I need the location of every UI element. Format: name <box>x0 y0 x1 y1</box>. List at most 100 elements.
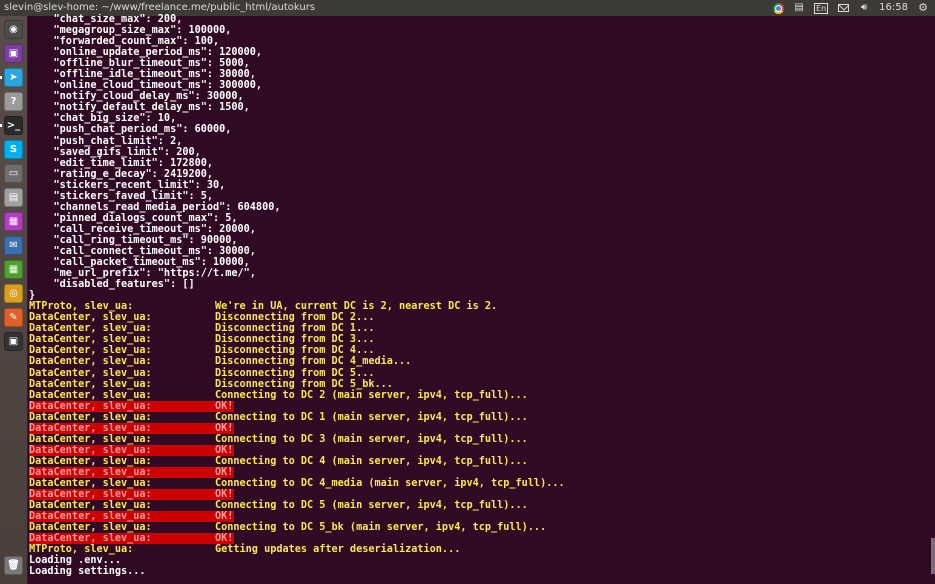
json-line: "stickers_faved_limit": 5, <box>29 190 214 202</box>
json-line: "me_url_prefix": "https://t.me/", <box>29 268 256 280</box>
json-line: "chat_size_max": 200, <box>29 14 183 25</box>
json-line: "channels_read_media_period": 604800, <box>29 201 281 213</box>
log-line: DataCenter, slev_ua: Disconnecting from D… <box>29 334 929 345</box>
drive-glyph: ▭ <box>8 168 19 179</box>
log-line-ok: DataCenter, slev_ua: OK! <box>29 422 234 434</box>
monitor-glyph: ▣ <box>8 336 19 347</box>
log-source: DataCenter, slev_ua: <box>29 444 152 456</box>
terminal-icon[interactable]: >_ <box>0 116 23 135</box>
log-source: DataCenter, slev_ua: <box>29 367 152 379</box>
json-line: "call_ring_timeout_ms": 90000, <box>29 234 238 246</box>
log-message: Connecting to DC 4 (main server, ipv4, t… <box>215 455 528 467</box>
log-line: DataCenter, slev_ua: Connecting to DC 5_b… <box>29 522 929 533</box>
log-message: Connecting to DC 2 (main server, ipv4, t… <box>215 389 528 401</box>
log-line: DataCenter, slev_ua: Disconnecting from D… <box>29 368 929 379</box>
log-message: We're in UA, current DC is 2, nearest DC… <box>215 301 498 313</box>
mail-indicator-icon[interactable] <box>837 3 849 14</box>
log-source: DataCenter, slev_ua: <box>29 389 152 401</box>
skype-icon[interactable]: S <box>4 140 23 159</box>
power-gear-icon[interactable]: ⚙ <box>917 1 929 14</box>
log-message: Disconnecting from DC 2... <box>215 312 375 324</box>
log-source: DataCenter, slev_ua: <box>29 489 152 501</box>
json-line: "pinned_dialogs_count_max": 5, <box>29 212 238 224</box>
chrome-indicator-icon[interactable] <box>772 2 784 14</box>
skype-glyph: S <box>9 144 18 155</box>
log-line-ok: DataCenter, slev_ua: OK! <box>29 533 234 545</box>
files-icon[interactable]: ▤ <box>4 188 23 207</box>
chrome-glyph: ◎ <box>9 288 18 299</box>
log-line-ok: DataCenter, slev_ua: OK! <box>29 400 234 412</box>
log-message: OK! <box>215 511 234 523</box>
terminal-output[interactable]: "chat_size_max": 200, "megagroup_size_ma… <box>29 14 929 584</box>
trash-icon[interactable]: 🗑 <box>4 556 23 575</box>
json-line: "offline_idle_timeout_ms": 30000, <box>29 69 256 81</box>
log-message: Disconnecting from DC 4... <box>215 345 375 357</box>
image-viewer-icon[interactable]: ▣ <box>4 44 23 63</box>
log-line: DataCenter, slev_ua: Disconnecting from D… <box>29 356 929 367</box>
output-line: Loading .env... <box>29 555 122 567</box>
chrome-icon[interactable]: ◎ <box>4 284 23 303</box>
running-indicator <box>0 124 2 127</box>
json-line: "offline_blur_timeout_ms": 5000, <box>29 58 250 70</box>
help-glyph: ? <box>10 96 17 107</box>
json-line: "push_chat_limit": 2, <box>29 135 183 147</box>
help-icon[interactable]: ? <box>4 92 23 111</box>
json-line: "chat_big_size": 10, <box>29 113 177 125</box>
log-message: OK! <box>215 489 234 501</box>
phpstorm-icon[interactable]: ▦ <box>4 212 23 231</box>
log-line-ok: DataCenter, slev_ua: OK! <box>29 511 234 523</box>
log-message: OK! <box>215 422 234 434</box>
log-source: DataCenter, slev_ua: <box>29 312 152 324</box>
log-source: DataCenter, slev_ua: <box>29 378 152 390</box>
drive-icon[interactable]: ▭ <box>4 164 23 183</box>
log-message: Disconnecting from DC 1... <box>215 323 375 335</box>
spreadsheet-glyph: ▦ <box>8 264 19 275</box>
log-message: OK! <box>215 466 234 478</box>
log-line-ok: DataCenter, slev_ua: OK! <box>29 444 234 456</box>
json-line: "notify_default_delay_ms": 1500, <box>29 102 250 114</box>
log-message: Disconnecting from DC 5_bk... <box>215 378 393 390</box>
log-message: Disconnecting from DC 5... <box>215 367 375 379</box>
json-line: "disabled_features": [] <box>29 279 195 291</box>
log-source: MTProto, slev_ua: <box>29 301 134 313</box>
dash-icon[interactable]: ◉ <box>4 20 23 39</box>
json-line: "megagroup_size_max": 100000, <box>29 25 232 37</box>
telegram-glyph: ➤ <box>9 72 18 83</box>
log-source: DataCenter, slev_ua: <box>29 345 152 357</box>
log-source: DataCenter, slev_ua: <box>29 455 152 467</box>
log-line-ok: DataCenter, slev_ua: OK! <box>29 466 234 478</box>
log-source: DataCenter, slev_ua: <box>29 323 152 335</box>
editor-icon[interactable]: ✎ <box>4 308 23 327</box>
log-source: MTProto, slev_ua: <box>29 544 134 556</box>
json-line: "forwarded_count_max": 100, <box>29 36 220 48</box>
trash-glyph: 🗑 <box>7 560 20 571</box>
log-source: DataCenter, slev_ua: <box>29 500 152 512</box>
json-line: "call_connect_timeout_ms": 30000, <box>29 245 256 257</box>
spreadsheet-icon[interactable]: ▦ <box>4 260 23 279</box>
telegram-icon[interactable]: ➤ <box>0 68 23 87</box>
launcher: ◉ ▣ ➤? >_ S ▭ ▤ ▦ ✉ ▦ ◎ ✎ ▣ 🗑 <box>0 16 28 584</box>
log-message: OK! <box>215 533 234 545</box>
thunderbird-glyph: ✉ <box>9 240 18 251</box>
log-source: DataCenter, slev_ua: <box>29 422 152 434</box>
json-line: "push_chat_period_ms": 60000, <box>29 124 232 136</box>
log-source: DataCenter, slev_ua: <box>29 433 152 445</box>
log-source: DataCenter, slev_ua: <box>29 533 152 545</box>
log-message: Connecting to DC 1 (main server, ipv4, t… <box>215 411 528 423</box>
log-line: MTProto, slev_ua: Getting updates after d… <box>29 544 929 555</box>
log-line: DataCenter, slev_ua: Connecting to DC 4_m… <box>29 478 929 489</box>
log-source: DataCenter, slev_ua: <box>29 400 152 412</box>
log-line: DataCenter, slev_ua: Disconnecting from D… <box>29 345 929 356</box>
json-line: "notify_cloud_delay_ms": 30000, <box>29 91 244 103</box>
image-viewer-glyph: ▣ <box>8 48 19 59</box>
log-line: DataCenter, slev_ua: Connecting to DC 4 (… <box>29 456 929 467</box>
terminal-glyph: >_ <box>6 120 21 131</box>
keyboard-layout-indicator[interactable]: En <box>814 2 829 14</box>
thunderbird-icon[interactable]: ✉ <box>4 236 23 255</box>
terminal-scrollbar[interactable] <box>931 538 935 574</box>
dropbox-indicator-icon[interactable]: ▤ <box>793 2 805 14</box>
log-line: DataCenter, slev_ua: Connecting to DC 2 (… <box>29 390 929 401</box>
volume-icon[interactable]: 🔊︎ <box>858 2 870 14</box>
json-line: "call_receive_timeout_ms": 20000, <box>29 223 256 235</box>
monitor-icon[interactable]: ▣ <box>4 332 23 351</box>
